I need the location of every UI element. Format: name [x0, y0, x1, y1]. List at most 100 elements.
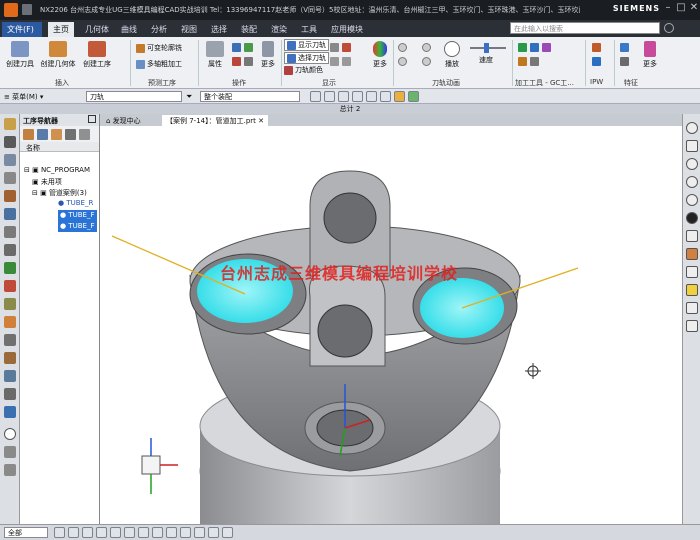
tab-part[interactable]: 【案例 7-14】：管道加工.prt ✕	[162, 115, 268, 126]
speed-slider-thumb[interactable]	[484, 43, 489, 53]
constraint-icon[interactable]	[4, 172, 16, 184]
method-view-icon[interactable]	[65, 129, 76, 140]
info-icon[interactable]	[530, 57, 539, 66]
more-display-button[interactable]: 更多	[370, 41, 390, 69]
status-icon-5[interactable]	[110, 527, 121, 538]
maximize-button[interactable]: □	[675, 2, 687, 16]
tab-tools[interactable]: 工具	[296, 22, 322, 37]
search-icon[interactable]	[664, 23, 674, 33]
misc-icon[interactable]	[4, 464, 16, 476]
snap-icon-1[interactable]	[310, 91, 321, 102]
status-icon-12[interactable]	[208, 527, 219, 538]
settings-icon[interactable]	[4, 388, 16, 400]
machine-nav-icon[interactable]	[4, 190, 16, 202]
status-icon-4[interactable]	[96, 527, 107, 538]
panel-toggle-icon[interactable]	[88, 115, 96, 123]
tree-item-op-1[interactable]: ● TUBE_R	[58, 199, 93, 207]
tool-library-icon[interactable]	[4, 208, 16, 220]
scope-select[interactable]: 整个装配	[200, 91, 300, 102]
status-icon-8[interactable]	[152, 527, 163, 538]
create-tool-button[interactable]: 创建刀具	[4, 41, 36, 69]
display-icon-3[interactable]	[330, 57, 339, 66]
play-button[interactable]: 播放	[440, 41, 464, 69]
feature-icon-2[interactable]	[620, 57, 629, 66]
more-ops-button[interactable]: 更多	[258, 41, 278, 69]
render-icon[interactable]	[686, 302, 698, 314]
roles-icon[interactable]	[4, 244, 16, 256]
reuse-icon[interactable]	[4, 298, 16, 310]
fit-icon[interactable]	[686, 230, 698, 242]
tree-item-nc-program[interactable]: ⊟ ▣ NC_PROGRAM	[24, 166, 90, 174]
filter-view-icon[interactable]	[79, 129, 90, 140]
tab-geometry[interactable]: 几何体	[80, 22, 114, 37]
close-button[interactable]: ✕	[688, 2, 700, 16]
measure-side-icon[interactable]	[4, 406, 16, 418]
orange-icon[interactable]	[4, 316, 16, 328]
snap-icon-6[interactable]	[380, 91, 391, 102]
status-filter-select[interactable]: 全部	[4, 527, 48, 538]
create-geometry-button[interactable]: 创建几何体	[38, 41, 78, 69]
display-icon-2[interactable]	[342, 43, 351, 52]
more-feature-button[interactable]: 更多	[640, 41, 660, 69]
history-icon[interactable]	[4, 226, 16, 238]
tree-item-op-3[interactable]: ● TUBE_F	[58, 221, 97, 232]
machine-view-icon[interactable]	[37, 129, 48, 140]
tab-render[interactable]: 渲染	[266, 22, 292, 37]
generate-icon[interactable]	[232, 43, 241, 52]
tree-item-op-2[interactable]: ● TUBE_F	[58, 210, 97, 221]
graphics-window[interactable]: 台州志成三维模具编程培训学校	[100, 126, 682, 524]
snap-icon-8[interactable]	[408, 91, 419, 102]
web-icon[interactable]	[4, 280, 16, 292]
tree-item-program[interactable]: ⊟ ▣ 管道案例(3)	[32, 188, 87, 198]
clock-icon[interactable]	[4, 428, 16, 440]
type-filter-select[interactable]: 刀轨	[86, 91, 182, 102]
select-toolpath-button[interactable]: 选择刀轨	[284, 52, 329, 64]
tab-discover[interactable]: ⌂ 发现中心	[102, 115, 145, 126]
nav-forward-icon[interactable]	[686, 176, 698, 188]
create-operation-button[interactable]: 创建工序	[80, 41, 114, 69]
status-icon-3[interactable]	[82, 527, 93, 538]
snap-icon-2[interactable]	[324, 91, 335, 102]
library-icon[interactable]	[4, 352, 16, 364]
section-icon[interactable]	[686, 266, 698, 278]
check-icon[interactable]	[518, 43, 527, 52]
tab-analysis[interactable]: 分析	[146, 22, 172, 37]
verify-icon[interactable]	[244, 43, 253, 52]
status-icon-1[interactable]	[54, 527, 65, 538]
tab-home[interactable]: 主页	[48, 22, 74, 37]
palette-icon[interactable]	[4, 262, 16, 274]
viewer-icon[interactable]	[4, 370, 16, 382]
assembly-nav-icon[interactable]	[4, 154, 16, 166]
app-icon[interactable]	[4, 3, 18, 17]
delete-icon[interactable]	[232, 57, 241, 66]
snap-icon-4[interactable]	[352, 91, 363, 102]
multi-axis-rough-button[interactable]: 多轴粗加工	[136, 59, 182, 69]
eye-hide-icon[interactable]	[686, 122, 698, 134]
status-icon-11[interactable]	[194, 527, 205, 538]
ipw-icon[interactable]	[592, 43, 601, 52]
status-icon-6[interactable]	[124, 527, 135, 538]
snap-icon-3[interactable]	[338, 91, 349, 102]
status-icon-13[interactable]	[222, 527, 233, 538]
tab-select[interactable]: 选择	[206, 22, 232, 37]
process-icon[interactable]	[4, 334, 16, 346]
tab-curve[interactable]: 曲线	[116, 22, 142, 37]
layer-icon[interactable]	[686, 248, 698, 260]
tab-assembly[interactable]: 装配	[236, 22, 262, 37]
forward-icon[interactable]	[422, 57, 431, 66]
tool-list-icon[interactable]	[542, 43, 551, 52]
rewind-icon[interactable]	[398, 43, 407, 52]
properties-button[interactable]: 属性	[204, 41, 226, 69]
program-view-icon[interactable]	[23, 129, 34, 140]
status-icon-10[interactable]	[180, 527, 191, 538]
list-icon[interactable]	[4, 446, 16, 458]
nav-right-icon[interactable]	[686, 194, 698, 206]
snap-icon-5[interactable]	[366, 91, 377, 102]
part-nav-icon[interactable]	[4, 136, 16, 148]
status-icon-2[interactable]	[68, 527, 79, 538]
show-toolpath-button[interactable]: 显示刀轨	[284, 39, 329, 51]
save-icon[interactable]	[22, 4, 32, 15]
feature-icon-1[interactable]	[620, 43, 629, 52]
display-icon-1[interactable]	[330, 43, 339, 52]
tab-view[interactable]: 视图	[176, 22, 202, 37]
